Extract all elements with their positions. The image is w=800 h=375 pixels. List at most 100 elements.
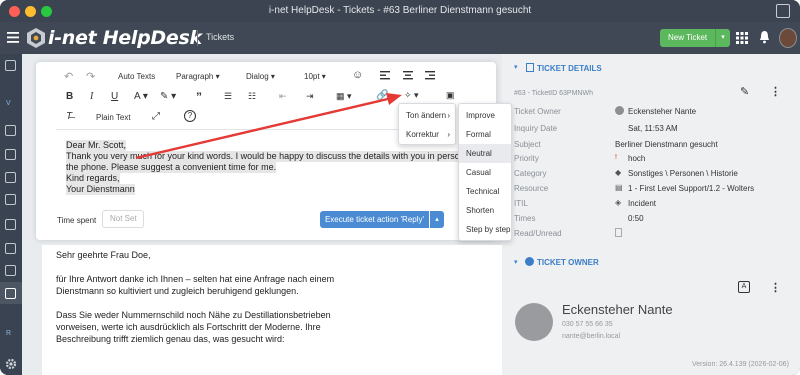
field-value: hoch bbox=[628, 154, 646, 163]
image-icon[interactable]: ▣ bbox=[446, 90, 455, 101]
details-icon bbox=[526, 63, 534, 72]
field-value: Sat, 11:53 AM bbox=[628, 124, 678, 133]
dashboard-icon[interactable] bbox=[5, 60, 16, 71]
more-icon[interactable]: ⋮ bbox=[770, 281, 781, 294]
font-size-dropdown[interactable]: 10pt ▾ bbox=[304, 72, 326, 81]
field-value: 1 - First Level Support/1.2 - Wolters bbox=[628, 184, 755, 193]
priority-icon: ! bbox=[615, 154, 617, 161]
inbox-icon[interactable] bbox=[5, 149, 16, 160]
ticket-details-heading: TICKET DETAILS bbox=[537, 64, 602, 73]
calendar-icon[interactable] bbox=[5, 219, 16, 230]
edit-icon[interactable]: ✎ bbox=[740, 85, 749, 98]
user-avatar[interactable] bbox=[779, 28, 797, 48]
field-label: Inquiry Date bbox=[514, 124, 558, 133]
chat-icon[interactable] bbox=[5, 243, 16, 254]
message-line: Dass Sie weder Nummernschild noch Nähe z… bbox=[56, 310, 331, 320]
menu-item-change-tone-label: Ton ändern bbox=[406, 111, 447, 120]
field-label: Ticket Owner bbox=[514, 107, 561, 116]
submenu-item-shorten[interactable]: Shorten bbox=[459, 201, 511, 220]
field-label: Read/Unread bbox=[514, 229, 562, 238]
left-sidebar: V R bbox=[0, 54, 22, 375]
app-logo[interactable]: i-net HelpDesk bbox=[48, 27, 202, 49]
field-value: Sonstiges \ Personen \ Historie bbox=[628, 169, 738, 178]
message-line: Dienstmann so kultiviert und zugleich be… bbox=[56, 286, 299, 296]
ticket-id: #63 - TicketID 63PMNWh bbox=[514, 90, 593, 97]
close-window-button[interactable] bbox=[9, 6, 20, 17]
new-ticket-button[interactable]: New Ticket ▾ bbox=[660, 29, 730, 47]
field-label: Category bbox=[514, 169, 547, 178]
menu-icon[interactable] bbox=[7, 32, 19, 43]
field-label: ITIL bbox=[514, 199, 528, 208]
submenu-item-casual[interactable]: Casual bbox=[459, 163, 511, 182]
chevron-down-icon[interactable]: ▾ bbox=[715, 29, 730, 47]
bell-icon[interactable] bbox=[759, 30, 770, 44]
emoji-icon[interactable]: ☺ bbox=[352, 69, 363, 81]
bold-icon[interactable]: B bbox=[66, 91, 73, 102]
align-right-icon[interactable] bbox=[425, 71, 435, 80]
menu-item-correction[interactable]: Korrektur › bbox=[399, 125, 455, 144]
category-icon: ◆ bbox=[615, 168, 622, 177]
sidebar-section-marker: V bbox=[6, 100, 11, 107]
list-icon[interactable] bbox=[5, 265, 16, 276]
person-icon bbox=[525, 257, 534, 266]
submenu-item-technical[interactable]: Technical bbox=[459, 182, 511, 201]
align-center-icon[interactable] bbox=[403, 71, 413, 80]
menu-item-correction-label: Korrektur bbox=[406, 130, 439, 139]
time-spent-label: Time spent bbox=[57, 216, 97, 225]
execute-action-button[interactable]: Execute ticket action 'Reply' bbox=[320, 211, 429, 228]
chevron-down-icon[interactable]: ▾ bbox=[514, 63, 518, 71]
paragraph-label: Paragraph bbox=[176, 72, 214, 81]
submenu-item-step-by-step[interactable]: Step by step bbox=[459, 220, 511, 239]
plain-text-button[interactable]: Plain Text bbox=[96, 113, 131, 122]
chevron-right-icon: › bbox=[447, 130, 450, 139]
time-spent-input[interactable]: Not Set bbox=[102, 210, 144, 228]
header-divider bbox=[197, 30, 198, 46]
align-left-icon[interactable] bbox=[380, 71, 390, 80]
clear-format-icon[interactable]: T̶ bbox=[66, 111, 72, 122]
editor-line: Kind regards, bbox=[66, 173, 120, 184]
chevron-down-icon[interactable]: ▾ bbox=[514, 258, 518, 266]
maximize-window-button[interactable] bbox=[41, 6, 52, 17]
logo-icon bbox=[27, 28, 45, 48]
underline-icon[interactable]: U bbox=[111, 91, 118, 102]
tickets-icon[interactable] bbox=[5, 125, 16, 136]
breadcrumb[interactable]: Tickets bbox=[206, 32, 234, 42]
owner-email[interactable]: nante@berlin.local bbox=[562, 333, 620, 340]
italic-icon[interactable]: I bbox=[90, 91, 93, 102]
message-line: für Ihre Antwort danke ich Ihnen – selte… bbox=[56, 274, 335, 284]
new-ticket-label: New Ticket bbox=[668, 33, 708, 42]
read-status-icon[interactable] bbox=[615, 228, 622, 237]
field-label: Priority bbox=[514, 154, 539, 163]
redo-icon[interactable]: ↷ bbox=[86, 70, 95, 83]
share-icon[interactable] bbox=[776, 4, 790, 18]
folder-icon[interactable] bbox=[5, 194, 16, 205]
version-info: Version: 26.4.139 (2026-02-06) bbox=[692, 361, 789, 368]
field-value: Incident bbox=[628, 199, 657, 208]
undo-icon[interactable]: ↶ bbox=[64, 70, 73, 83]
submenu-item-formal[interactable]: Formal bbox=[459, 125, 511, 144]
message-line: Beschreibung trifft ziemlich genau das, … bbox=[56, 334, 285, 344]
submenu-item-neutral[interactable]: Neutral bbox=[459, 144, 511, 163]
execute-action-dropdown[interactable]: ▴ bbox=[430, 211, 444, 228]
mail-icon[interactable] bbox=[5, 172, 16, 183]
owner-phone[interactable]: 030 57 55 66 35 bbox=[562, 321, 613, 328]
contact-card-icon[interactable]: A bbox=[738, 281, 750, 293]
app-header: i-net HelpDesk Tickets New Ticket ▾ bbox=[0, 22, 800, 54]
paragraph-dropdown[interactable]: Paragraph ▾ bbox=[176, 72, 220, 81]
document-icon[interactable] bbox=[5, 288, 16, 299]
chevron-right-icon: › bbox=[447, 111, 450, 120]
menu-item-change-tone[interactable]: Ton ändern › bbox=[399, 106, 455, 125]
field-label: Times bbox=[514, 214, 536, 223]
field-label: Resource bbox=[514, 184, 549, 193]
owner-photo bbox=[515, 303, 553, 341]
font-dropdown[interactable]: Dialog ▾ bbox=[246, 72, 275, 81]
gear-icon[interactable] bbox=[5, 358, 17, 370]
window-title: i-net HelpDesk - Tickets - #63 Berliner … bbox=[268, 5, 532, 16]
itil-icon: ◈ bbox=[615, 198, 622, 207]
minimize-window-button[interactable] bbox=[25, 6, 36, 17]
title-bar: i-net HelpDesk - Tickets - #63 Berliner … bbox=[0, 0, 800, 22]
auto-texts-dropdown[interactable]: Auto Texts bbox=[118, 72, 155, 81]
more-icon[interactable]: ⋮ bbox=[770, 85, 781, 98]
submenu-item-improve[interactable]: Improve bbox=[459, 106, 511, 125]
apps-grid-icon[interactable] bbox=[736, 32, 748, 44]
